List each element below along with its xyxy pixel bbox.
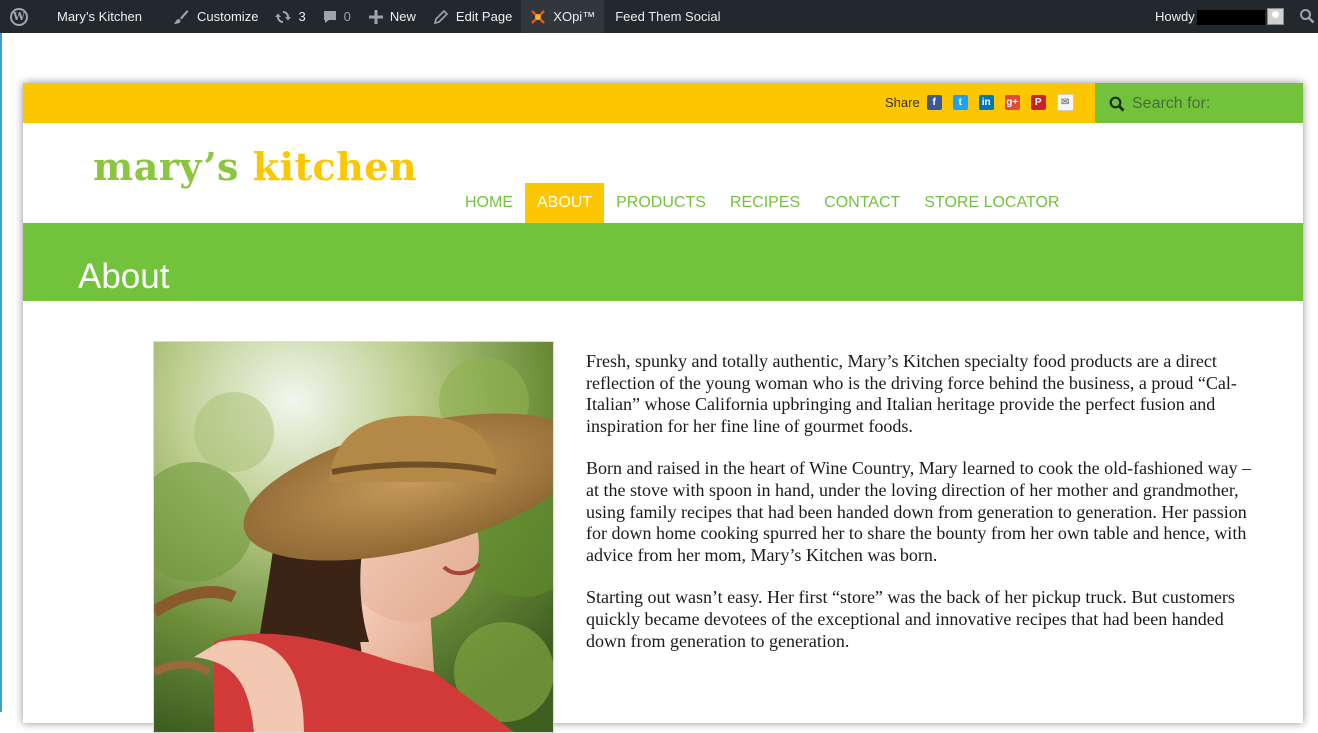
feed-them-social-link[interactable]: Feed Them Social: [615, 0, 720, 33]
customize-link[interactable]: Customize: [172, 0, 258, 33]
xopi-menu[interactable]: XOpi™: [521, 0, 605, 33]
nav-item-products[interactable]: PRODUCTS: [604, 183, 718, 223]
nav-item-home[interactable]: HOME: [453, 183, 525, 223]
howdy-label[interactable]: Howdy: [1155, 0, 1195, 33]
new-content-link[interactable]: New: [368, 0, 416, 33]
page-title-banner: About: [23, 223, 1303, 301]
linkedin-icon[interactable]: in: [978, 95, 994, 110]
wordpress-logo-menu[interactable]: W: [1, 0, 37, 33]
logo-text-kitchen: kitchen: [252, 144, 418, 189]
comments-count: 0: [343, 9, 351, 24]
adminbar-search-button[interactable]: [1299, 8, 1315, 27]
share-bar: Share f t in g+ P ✉: [885, 94, 1085, 111]
edit-page-label: Edit Page: [455, 9, 513, 24]
search-icon: [1109, 96, 1125, 112]
paintbrush-icon: [174, 9, 189, 24]
paragraph-1: Fresh, spunky and totally authentic, Mar…: [586, 351, 1237, 436]
facebook-icon[interactable]: f: [926, 95, 942, 110]
new-label: New: [389, 9, 416, 24]
google-plus-icon[interactable]: g+: [1004, 95, 1020, 110]
edit-page-link[interactable]: Edit Page: [433, 0, 512, 33]
site-logo[interactable]: mary’s kitchen: [93, 145, 417, 189]
site-search: [1095, 83, 1303, 123]
nav-item-recipes[interactable]: RECIPES: [718, 183, 812, 223]
site-name-link[interactable]: Mary’s Kitchen: [57, 0, 142, 33]
avatar[interactable]: [1267, 8, 1284, 25]
wp-admin-bar: W Mary’s Kitchen Customize 3 0 New Edit …: [0, 0, 1318, 33]
paragraph-3: Starting out wasn’t easy. Her first “sto…: [586, 587, 1235, 651]
updates-icon: [275, 10, 292, 23]
about-body-text: Fresh, spunky and totally authentic, Mar…: [586, 351, 1256, 673]
share-label: Share: [885, 95, 920, 110]
paragraph-2: Born and raised in the heart of Wine Cou…: [586, 458, 1252, 565]
xopi-label: XOpi™: [553, 9, 596, 24]
nav-item-store-locator[interactable]: STORE LOCATOR: [912, 183, 1071, 223]
pencil-icon: [433, 9, 449, 24]
nav-item-about[interactable]: ABOUT: [525, 183, 605, 223]
comments-link[interactable]: 0: [322, 0, 351, 33]
logo-text-marys: mary’s: [93, 144, 239, 189]
redacted-username: [1197, 10, 1265, 25]
search-icon: [1300, 9, 1315, 24]
portrait-image: [154, 342, 553, 732]
window-left-edge: [0, 33, 2, 712]
comment-icon: [323, 10, 336, 23]
updates-count: 3: [298, 9, 306, 24]
top-utility-bar: Share f t in g+ P ✉: [23, 83, 1303, 123]
page-title: About: [78, 257, 170, 296]
nav-item-contact[interactable]: CONTACT: [812, 183, 912, 223]
mary-portrait-photo: [153, 341, 554, 733]
customize-label: Customize: [197, 9, 259, 24]
main-navigation: HOME ABOUT PRODUCTS RECIPES CONTACT STOR…: [453, 183, 1071, 223]
pinterest-icon[interactable]: P: [1030, 95, 1046, 110]
xopi-icon: [531, 9, 546, 24]
updates-link[interactable]: 3: [274, 0, 306, 33]
twitter-icon[interactable]: t: [952, 95, 968, 110]
plus-icon: [368, 9, 383, 24]
search-input[interactable]: [1130, 92, 1299, 116]
page-container: Share f t in g+ P ✉ mary’s kitchen HOME …: [23, 83, 1303, 733]
wordpress-icon: W: [10, 7, 28, 26]
email-icon[interactable]: ✉: [1056, 94, 1074, 111]
